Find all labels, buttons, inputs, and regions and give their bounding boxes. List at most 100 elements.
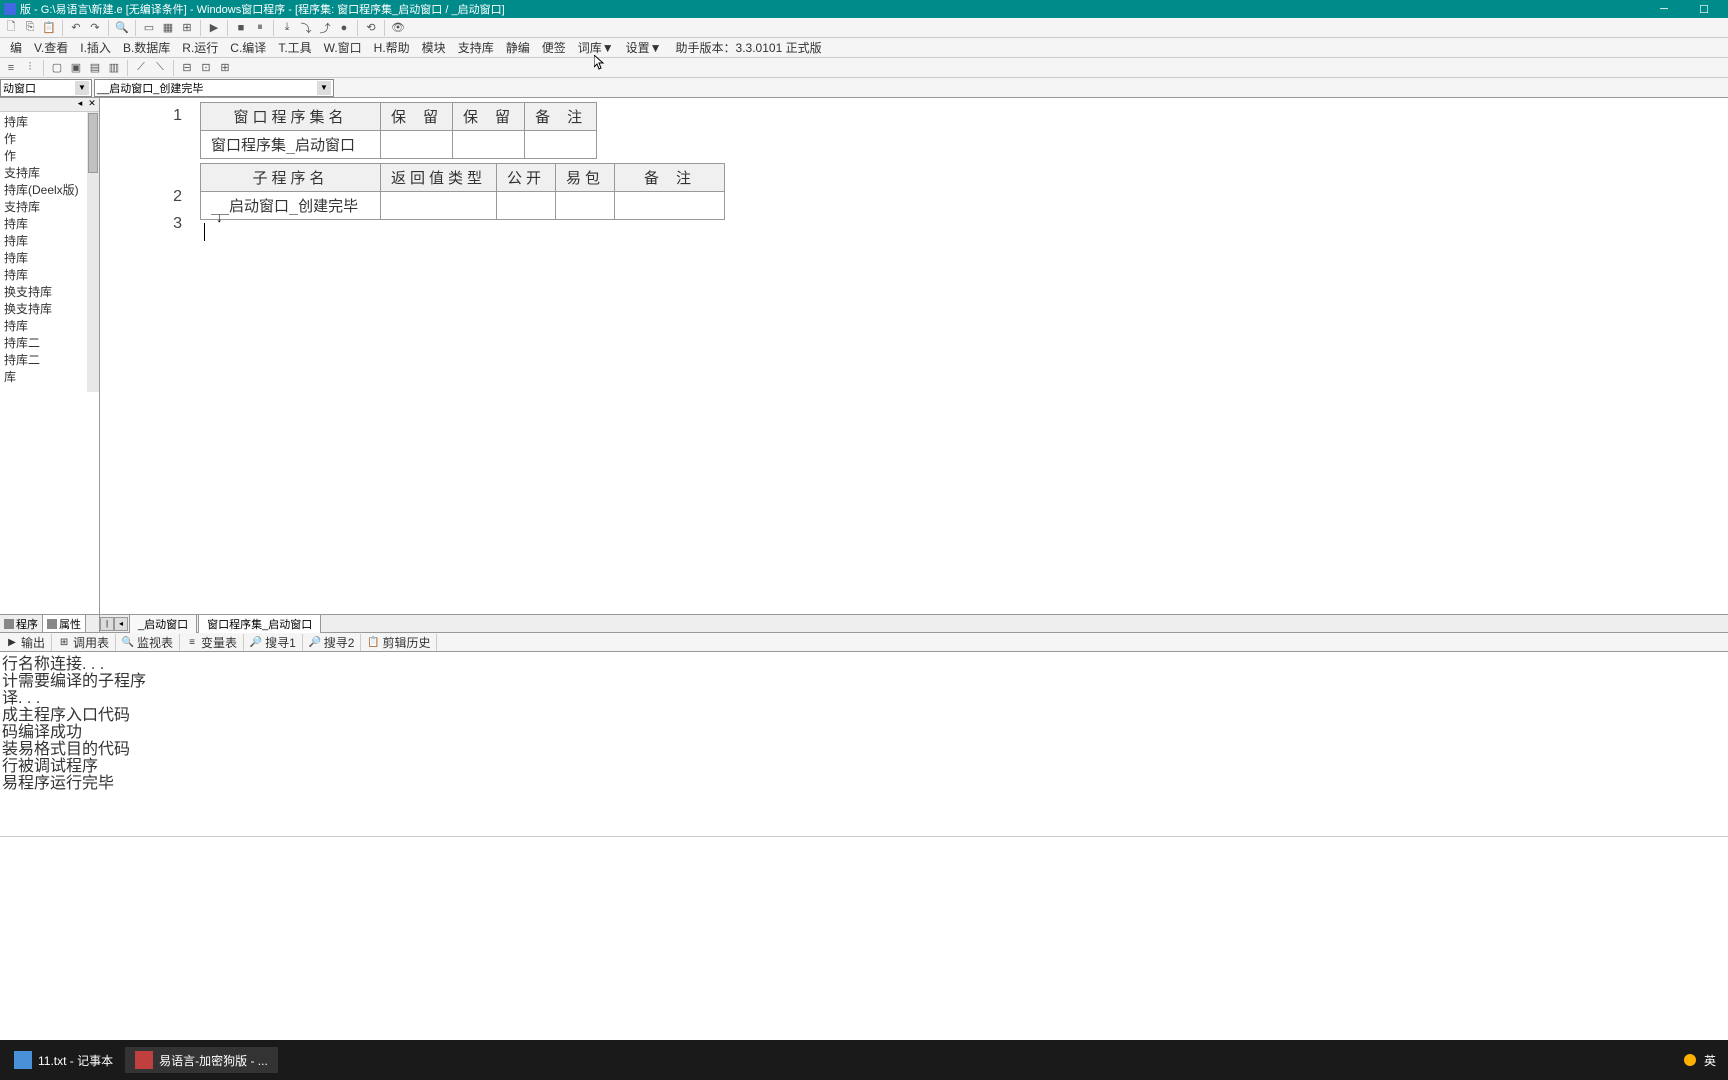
redo-icon[interactable]: ↷	[86, 19, 104, 37]
cell-assembly-name[interactable]: 窗口程序集_启动窗口	[201, 131, 381, 159]
tab-cliphistory[interactable]: 📋剪辑历史	[361, 634, 437, 651]
cell[interactable]	[525, 131, 597, 159]
panel2-icon[interactable]: ⊡	[197, 59, 215, 77]
minimize-button[interactable]: ─	[1644, 0, 1684, 18]
tree-item[interactable]: 支持库	[2, 199, 97, 216]
menu-database[interactable]: B.数据库	[117, 39, 176, 56]
tree-item[interactable]: 持库	[2, 250, 97, 267]
tab-variables[interactable]: ≡变量表	[180, 634, 244, 651]
menu-window[interactable]: W.窗口	[318, 39, 368, 56]
cell-sub-name[interactable]: __启动窗口_创建完毕	[201, 192, 381, 220]
tree-item[interactable]: 持库	[2, 233, 97, 250]
stepout-icon[interactable]: ⤴	[316, 19, 334, 37]
menu-module[interactable]: 模块	[416, 39, 452, 56]
menu-edit[interactable]: 编	[4, 39, 28, 56]
scroll-thumb[interactable]	[88, 113, 98, 173]
class-dropdown[interactable]: 动窗口 ▼	[0, 79, 92, 97]
tree-item[interactable]: 持库	[2, 267, 97, 284]
output-panel[interactable]: 行名称连接. . . 计需要编译的子程序 译. . . 成主程序入口代码 码编译…	[0, 652, 1728, 836]
tab-scroll-left-icon[interactable]: ◂	[114, 617, 128, 631]
align-left-icon[interactable]: ≡	[2, 59, 20, 77]
cell[interactable]	[497, 192, 556, 220]
cell[interactable]	[381, 192, 497, 220]
panel3-icon[interactable]: ⊞	[216, 59, 234, 77]
support-lib-tree[interactable]: 持库 作 作 支持库 持库(Deelx版) 支持库 持库 持库 持库 持库	[0, 112, 99, 614]
cell[interactable]	[556, 192, 615, 220]
menu-supportlib[interactable]: 支持库	[452, 39, 500, 56]
pin-icon[interactable]: ◂	[74, 98, 86, 110]
tree-item[interactable]: 持库	[2, 318, 97, 335]
method-dropdown[interactable]: __启动窗口_创建完毕 ▼	[94, 79, 334, 97]
menu-tools[interactable]: T.工具	[272, 39, 317, 56]
tree-item[interactable]: 持库	[2, 216, 97, 233]
menu-wordbank[interactable]: 词库▼	[572, 39, 620, 56]
code-line[interactable]	[200, 220, 1728, 244]
tree-item[interactable]: 作	[2, 131, 97, 148]
run-icon[interactable]: ▶	[205, 19, 223, 37]
find-icon[interactable]: 👁	[389, 19, 407, 37]
tree-item[interactable]: 持库二	[2, 352, 97, 369]
menu-settings[interactable]: 设置▼	[620, 39, 668, 56]
layout-icon[interactable]: ▦	[159, 19, 177, 37]
tool2-icon[interactable]: ⟍	[151, 59, 169, 77]
tab-scroll-home-icon[interactable]: |	[100, 617, 114, 631]
box1-icon[interactable]: ▢	[48, 59, 66, 77]
breakpt-icon[interactable]: ●	[335, 19, 353, 37]
taskbar-item-notepad[interactable]: 11.txt - 记事本	[4, 1047, 123, 1073]
menu-compile[interactable]: C.编译	[224, 39, 272, 56]
tab-output[interactable]: ▶输出	[0, 634, 52, 651]
menu-help[interactable]: H.帮助	[368, 39, 416, 56]
editor-tab-assembly[interactable]: 窗口程序集_启动窗口	[198, 614, 321, 633]
cell[interactable]	[381, 131, 453, 159]
menu-static[interactable]: 静编	[500, 39, 536, 56]
stepover-icon[interactable]: ⤵	[297, 19, 315, 37]
tree-item[interactable]: 换支持库	[2, 284, 97, 301]
tab-search1[interactable]: 🔎搜寻1	[244, 634, 303, 651]
tree-item[interactable]: 支持库	[2, 165, 97, 182]
align-icon[interactable]: ⫶	[21, 59, 39, 77]
scrollbar-vertical[interactable]	[87, 112, 99, 392]
tab-watch[interactable]: 🔍监视表	[116, 634, 180, 651]
close-icon[interactable]: ✕	[86, 98, 98, 110]
properties-icon	[47, 619, 57, 629]
menu-run[interactable]: R.运行	[176, 39, 224, 56]
tool1-icon[interactable]: ⟋	[132, 59, 150, 77]
code-editor[interactable]: 1 2 3 ↓ 窗口程序集名 保 留 保 留 备 注 窗口程序集_启动窗口	[100, 98, 1728, 632]
tab-calltable[interactable]: ⊞调用表	[52, 634, 116, 651]
tree-item[interactable]: 换支持库	[2, 301, 97, 318]
stop-icon[interactable]: ■	[232, 19, 250, 37]
tab-program[interactable]: 程序	[0, 615, 43, 632]
pause-icon[interactable]: ⏸	[251, 19, 269, 37]
tab-search2[interactable]: 🔎搜寻2	[303, 634, 362, 651]
window-icon[interactable]: ▭	[140, 19, 158, 37]
box4-icon[interactable]: ▥	[105, 59, 123, 77]
ime-indicator-icon[interactable]	[1684, 1054, 1696, 1066]
tree-item[interactable]: 库	[2, 369, 97, 386]
cell[interactable]	[453, 131, 525, 159]
box3-icon[interactable]: ▤	[86, 59, 104, 77]
ime-lang[interactable]: 英	[1704, 1052, 1716, 1069]
editor-tab-window[interactable]: _启动窗口	[129, 614, 197, 633]
program-icon	[4, 619, 14, 629]
menu-view[interactable]: V.查看	[28, 39, 74, 56]
menu-insert[interactable]: I.插入	[74, 39, 117, 56]
step-icon[interactable]: ⤓	[278, 19, 296, 37]
menu-note[interactable]: 便签	[536, 39, 572, 56]
taskbar-item-elang[interactable]: 易语言-加密狗版 - ...	[125, 1047, 278, 1073]
search-icon[interactable]: 🔍	[113, 19, 131, 37]
new-icon[interactable]: 🗋	[2, 19, 20, 37]
panel1-icon[interactable]: ⊟	[178, 59, 196, 77]
grid-icon[interactable]: ⊞	[178, 19, 196, 37]
tab-properties[interactable]: 属性	[43, 615, 86, 632]
tree-item[interactable]: 持库(Deelx版)	[2, 182, 97, 199]
tree-item[interactable]: 持库	[2, 114, 97, 131]
tree-item[interactable]: 持库二	[2, 335, 97, 352]
undo-icon[interactable]: ↶	[67, 19, 85, 37]
tree-item[interactable]: 作	[2, 148, 97, 165]
copy-icon[interactable]: ⎘	[21, 19, 39, 37]
nav-icon[interactable]: ⟲	[362, 19, 380, 37]
cell[interactable]	[615, 192, 725, 220]
paste-icon[interactable]: 📋	[40, 19, 58, 37]
maximize-button[interactable]: ☐	[1684, 0, 1724, 18]
box2-icon[interactable]: ▣	[67, 59, 85, 77]
